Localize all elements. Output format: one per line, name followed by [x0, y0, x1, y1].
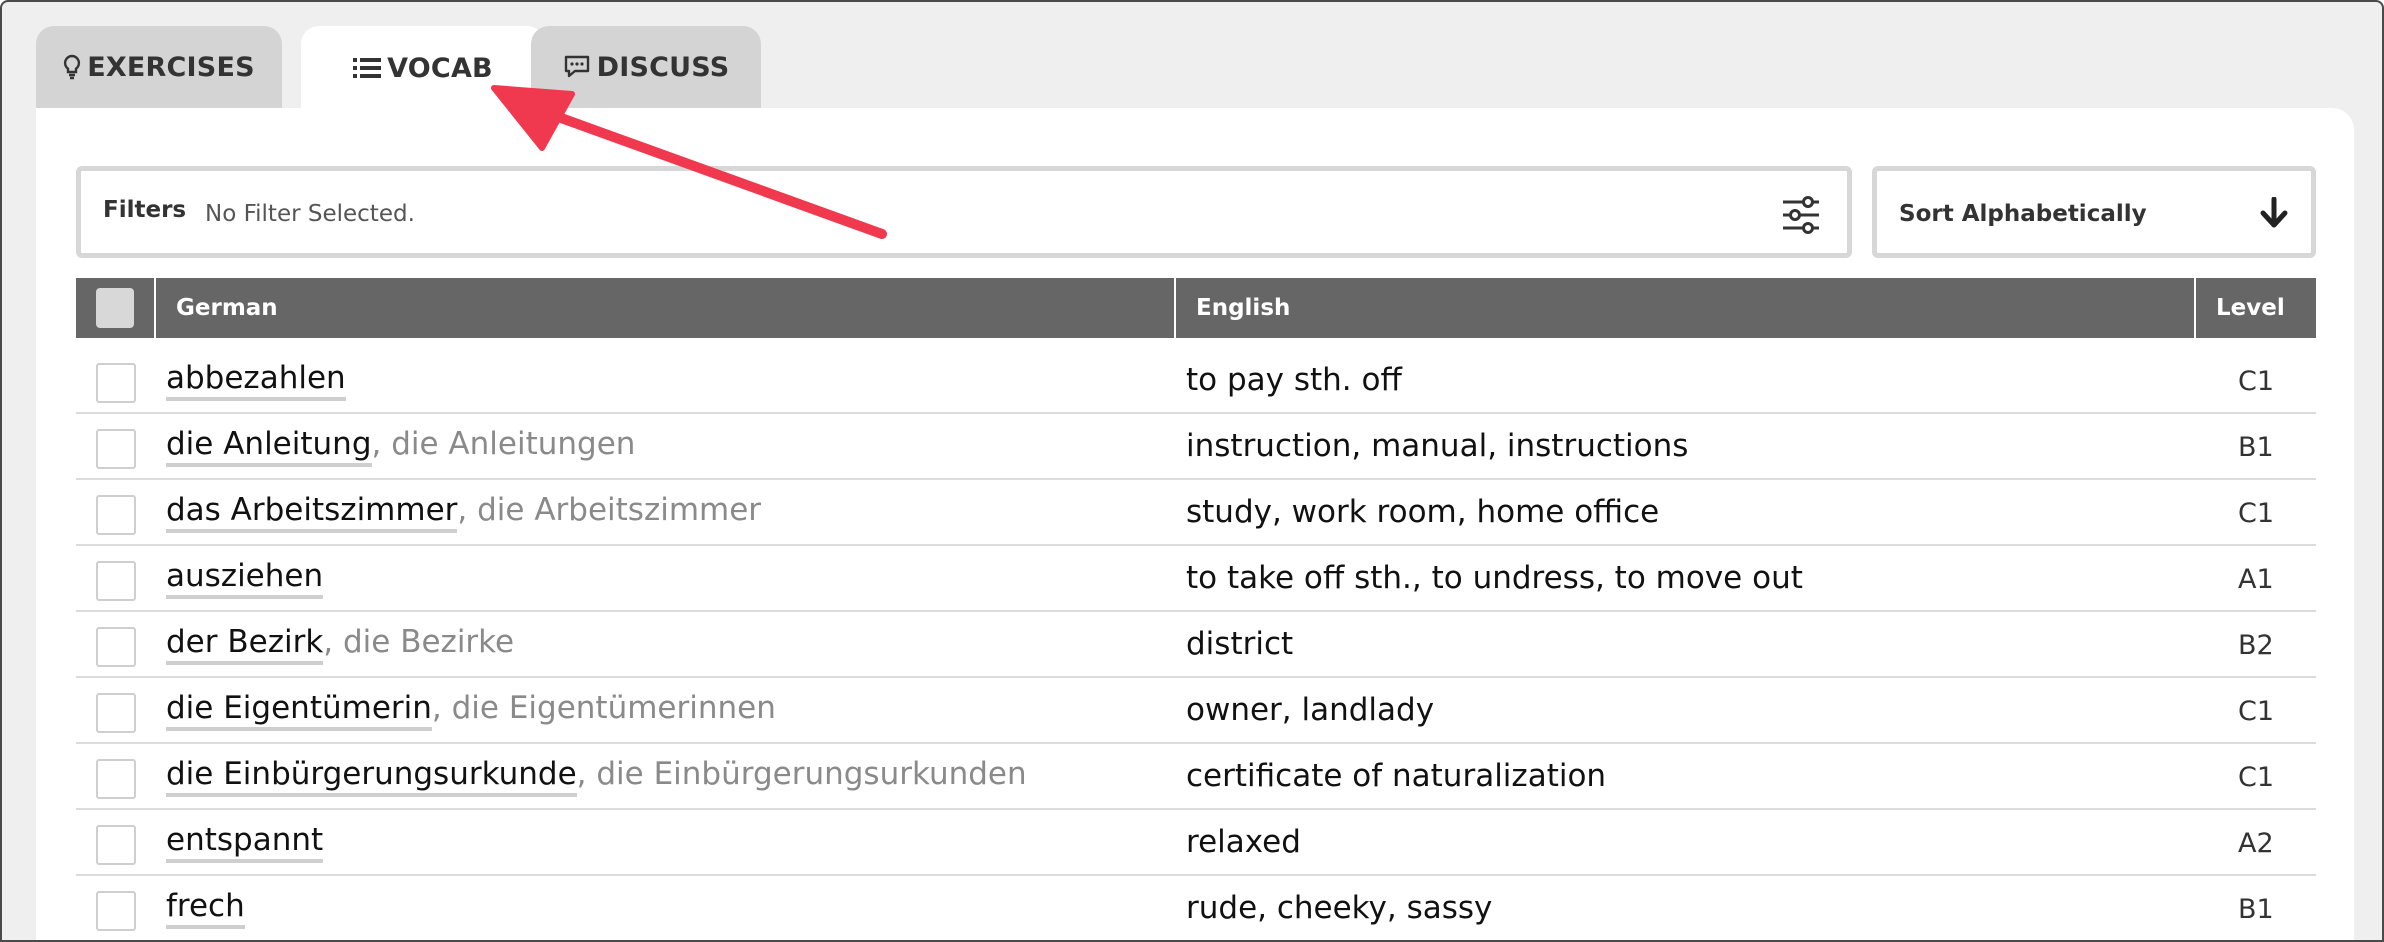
column-divider	[154, 278, 156, 338]
sort-label: Sort Alphabetically	[1899, 201, 2147, 227]
level-cell: A2	[2238, 828, 2274, 859]
english-cell: study, work room, home office	[1186, 494, 1660, 530]
list-icon	[353, 57, 382, 79]
german-cell: die Eigentümerin, die Eigentümerinnen	[166, 690, 776, 731]
table-row[interactable]: die Einbürgerungsurkunde, die Einbürgeru…	[76, 744, 2316, 810]
english-cell: rude, cheeky, sassy	[1186, 890, 1493, 926]
table-row[interactable]: abbezahlen to pay sth. off C1	[76, 348, 2316, 414]
sliders-icon[interactable]	[1781, 195, 1821, 239]
row-checkbox[interactable]	[96, 561, 136, 601]
table-row[interactable]: das Arbeitszimmer, die Arbeitszimmer stu…	[76, 480, 2316, 546]
german-word[interactable]: die Anleitung	[166, 426, 372, 467]
row-checkbox[interactable]	[96, 759, 136, 799]
german-word[interactable]: das Arbeitszimmer	[166, 492, 458, 533]
german-word[interactable]: die Einbürgerungsurkunde	[166, 756, 577, 797]
row-checkbox[interactable]	[96, 363, 136, 403]
tab-label: DISCUSS	[596, 51, 730, 83]
english-cell: owner, landlady	[1186, 692, 1435, 728]
english-cell: relaxed	[1186, 824, 1301, 860]
german-cell: abbezahlen	[166, 360, 346, 401]
tab-exercises[interactable]: EXERCISES	[36, 26, 282, 108]
english-cell: district	[1186, 626, 1294, 662]
english-cell: to take off sth., to undress, to move ou…	[1186, 560, 1803, 596]
german-cell: die Anleitung, die Anleitungen	[166, 426, 636, 467]
level-cell: B1	[2238, 894, 2274, 925]
german-cell: frech	[166, 888, 245, 929]
row-checkbox[interactable]	[96, 693, 136, 733]
column-english[interactable]: English	[1196, 278, 1290, 338]
tab-label: VOCAB	[387, 52, 493, 84]
level-cell: C1	[2238, 696, 2275, 727]
table-row[interactable]: entspannt relaxed A2	[76, 810, 2316, 876]
speech-bubble-icon	[563, 54, 591, 80]
select-all-checkbox[interactable]	[96, 288, 134, 328]
english-cell: certificate of naturalization	[1186, 758, 1607, 794]
german-word[interactable]: die Eigentümerin	[166, 690, 432, 731]
app-frame: EXERCISES VOCAB DISCUSS Filters No Filte…	[0, 0, 2384, 942]
column-divider	[2194, 278, 2196, 338]
tab-vocab[interactable]: VOCAB	[301, 26, 545, 110]
row-checkbox[interactable]	[96, 429, 136, 469]
level-cell: C1	[2238, 366, 2275, 397]
table-header: German English Level	[76, 278, 2316, 338]
lightbulb-icon	[63, 54, 81, 80]
german-word[interactable]: abbezahlen	[166, 360, 346, 401]
table-row[interactable]: die Eigentümerin, die Eigentümerinnen ow…	[76, 678, 2316, 744]
german-plural: , die Einbürgerungsurkunden	[576, 756, 1027, 792]
filter-label: Filters	[103, 197, 187, 223]
english-cell: instruction, manual, instructions	[1186, 428, 1689, 464]
filter-value: No Filter Selected.	[205, 201, 415, 227]
tab-discuss[interactable]: DISCUSS	[531, 26, 761, 108]
german-plural: , die Arbeitszimmer	[457, 492, 762, 528]
german-cell: der Bezirk, die Bezirke	[166, 624, 515, 665]
row-checkbox[interactable]	[96, 627, 136, 667]
column-german[interactable]: German	[176, 278, 278, 338]
german-plural: , die Bezirke	[323, 624, 515, 660]
table-row[interactable]: frech rude, cheeky, sassy B1	[76, 876, 2316, 940]
german-plural: , die Eigentümerinnen	[431, 690, 776, 726]
table-row[interactable]: die Anleitung, die Anleitungen instructi…	[76, 414, 2316, 480]
english-cell: to pay sth. off	[1186, 362, 1402, 398]
tab-label: EXERCISES	[87, 51, 255, 83]
filter-bar[interactable]: Filters No Filter Selected.	[76, 166, 1852, 258]
row-checkbox[interactable]	[96, 891, 136, 931]
german-cell: das Arbeitszimmer, die Arbeitszimmer	[166, 492, 762, 533]
table-row[interactable]: ausziehen to take off sth., to undress, …	[76, 546, 2316, 612]
german-plural: , die Anleitungen	[371, 426, 636, 462]
german-word[interactable]: entspannt	[166, 822, 324, 863]
level-cell: A1	[2238, 564, 2274, 595]
level-cell: B2	[2238, 630, 2274, 661]
german-word[interactable]: ausziehen	[166, 558, 324, 599]
german-cell: die Einbürgerungsurkunde, die Einbürgeru…	[166, 756, 1027, 797]
level-cell: B1	[2238, 432, 2274, 463]
table-row[interactable]: der Bezirk, die Bezirke district B2	[76, 612, 2316, 678]
german-word[interactable]: frech	[166, 888, 245, 929]
column-divider	[1174, 278, 1176, 338]
arrow-down-icon	[2259, 196, 2289, 233]
german-cell: ausziehen	[166, 558, 324, 599]
column-level[interactable]: Level	[2216, 278, 2285, 338]
sort-dropdown[interactable]: Sort Alphabetically	[1872, 166, 2316, 258]
row-checkbox[interactable]	[96, 825, 136, 865]
german-cell: entspannt	[166, 822, 324, 863]
german-word[interactable]: der Bezirk	[166, 624, 324, 665]
level-cell: C1	[2238, 762, 2275, 793]
row-checkbox[interactable]	[96, 495, 136, 535]
level-cell: C1	[2238, 498, 2275, 529]
